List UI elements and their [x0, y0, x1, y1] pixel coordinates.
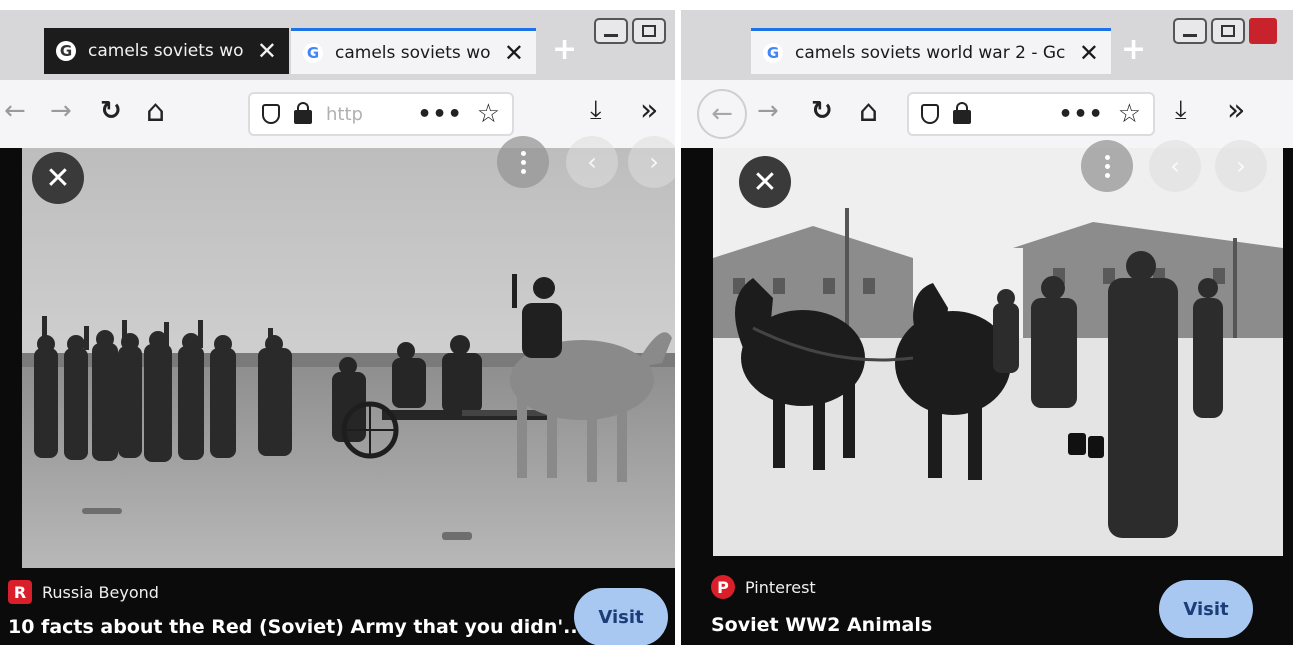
lock-icon[interactable] [953, 102, 971, 124]
pinterest-icon: P [711, 575, 735, 599]
minimize-icon [604, 33, 618, 37]
more-vertical-icon-dot [1104, 154, 1110, 160]
window-controls [594, 18, 666, 44]
previous-image-button[interactable]: ‹ [566, 136, 618, 188]
more-vertical-icon-dot [520, 159, 526, 165]
tab-title: camels soviets wor [335, 42, 492, 63]
more-vertical-icon-dot [1104, 172, 1110, 178]
google-favicon-icon: G [56, 41, 76, 61]
new-tab-button[interactable]: + [1121, 32, 1146, 67]
tracking-protection-shield-icon[interactable] [262, 104, 280, 124]
lock-icon[interactable] [294, 102, 312, 124]
browser-window-left: G camels soviets wo ✕ G camels soviets w… [0, 10, 675, 645]
tab-title: camels soviets world war 2 - Gc [795, 42, 1066, 63]
more-options-button[interactable] [497, 136, 549, 188]
minimize-button[interactable] [594, 18, 628, 44]
window-controls [1173, 18, 1277, 44]
next-image-button[interactable]: › [1215, 140, 1267, 192]
tab-search[interactable]: G camels soviets world war 2 - Gc ✕ [751, 28, 1111, 74]
close-icon: ✕ [45, 160, 71, 196]
navigation-toolbar: ← → ↻ ⌂ ••• ☆ ⤓ » [681, 80, 1293, 148]
forward-icon[interactable]: → [757, 96, 779, 126]
close-tab-icon[interactable]: ✕ [257, 39, 277, 63]
back-button[interactable]: ← [697, 89, 747, 139]
chevron-left-icon: ‹ [587, 148, 597, 176]
tab-strip: G camels soviets world war 2 - Gc ✕ + [681, 10, 1293, 80]
url-text[interactable]: http [326, 104, 404, 125]
more-options-button[interactable] [1081, 140, 1133, 192]
maximize-button[interactable] [1211, 18, 1245, 44]
google-favicon-icon: G [303, 42, 323, 63]
chevron-right-icon: › [1236, 152, 1246, 180]
home-icon[interactable]: ⌂ [146, 94, 165, 129]
visit-button[interactable]: Visit [574, 588, 668, 645]
back-icon: ← [711, 99, 733, 129]
close-window-button[interactable] [1249, 18, 1277, 44]
more-vertical-icon-dot [520, 150, 526, 156]
reload-icon[interactable]: ↻ [811, 96, 833, 126]
back-icon[interactable]: ← [4, 96, 26, 126]
image-source[interactable]: R Russia Beyond [8, 580, 159, 604]
close-icon: ✕ [752, 164, 778, 200]
source-name: Pinterest [745, 577, 816, 597]
minimize-icon [1183, 33, 1197, 37]
maximize-icon [642, 25, 656, 37]
close-tab-icon[interactable]: ✕ [504, 41, 524, 65]
more-vertical-icon-dot [1104, 163, 1110, 169]
chevron-right-icon: › [649, 148, 659, 176]
maximize-button[interactable] [632, 18, 666, 44]
next-image-button[interactable]: › [628, 136, 675, 188]
tab-search-2[interactable]: G camels soviets wor ✕ [291, 28, 536, 74]
chevron-left-icon: ‹ [1170, 152, 1180, 180]
preview-image[interactable] [22, 148, 675, 568]
close-preview-button[interactable]: ✕ [739, 156, 791, 208]
close-tab-icon[interactable]: ✕ [1079, 41, 1099, 65]
overflow-menu-icon[interactable]: » [1227, 93, 1245, 128]
download-icon[interactable]: ⤓ [590, 95, 602, 126]
soviet-camels-village-photo [713, 148, 1283, 556]
soviet-soldiers-camel-photo [22, 148, 675, 568]
browser-window-right: G camels soviets world war 2 - Gc ✕ + ← … [681, 10, 1293, 645]
tab-title: camels soviets wo [88, 41, 244, 61]
preview-image[interactable] [713, 148, 1283, 556]
reload-icon[interactable]: ↻ [100, 96, 122, 126]
download-icon[interactable]: ⤓ [1175, 95, 1187, 126]
forward-icon[interactable]: → [50, 96, 72, 126]
minimize-button[interactable] [1173, 18, 1207, 44]
url-bar[interactable]: http ••• ☆ [248, 92, 514, 136]
more-vertical-icon-dot [520, 168, 526, 174]
new-tab-button[interactable]: + [552, 32, 577, 67]
tracking-protection-shield-icon[interactable] [921, 104, 939, 124]
image-caption-link[interactable]: 10 facts about the Red (Soviet) Army tha… [8, 616, 585, 638]
maximize-icon [1221, 25, 1235, 37]
image-source[interactable]: P Pinterest [711, 575, 816, 599]
bookmark-star-icon[interactable]: ☆ [1118, 99, 1141, 129]
previous-image-button[interactable]: ‹ [1149, 140, 1201, 192]
source-name: Russia Beyond [42, 582, 159, 602]
page-actions-icon[interactable]: ••• [1059, 102, 1104, 127]
overflow-menu-icon[interactable]: » [640, 93, 658, 128]
image-caption-link[interactable]: Soviet WW2 Animals [711, 614, 932, 636]
url-bar[interactable]: ••• ☆ [907, 92, 1155, 136]
page-actions-icon[interactable]: ••• [418, 102, 463, 127]
tab-search-1[interactable]: G camels soviets wo ✕ [44, 28, 289, 74]
navigation-toolbar: ← → ↻ ⌂ http ••• ☆ ⤓ » [0, 80, 675, 148]
tab-strip: G camels soviets wo ✕ G camels soviets w… [0, 10, 675, 80]
bookmark-star-icon[interactable]: ☆ [477, 99, 500, 129]
close-preview-button[interactable]: ✕ [32, 152, 84, 204]
google-favicon-icon: G [763, 42, 783, 63]
screen-top-edge [0, 0, 1293, 10]
visit-button[interactable]: Visit [1159, 580, 1253, 638]
home-icon[interactable]: ⌂ [859, 94, 878, 129]
russia-beyond-icon: R [8, 580, 32, 604]
